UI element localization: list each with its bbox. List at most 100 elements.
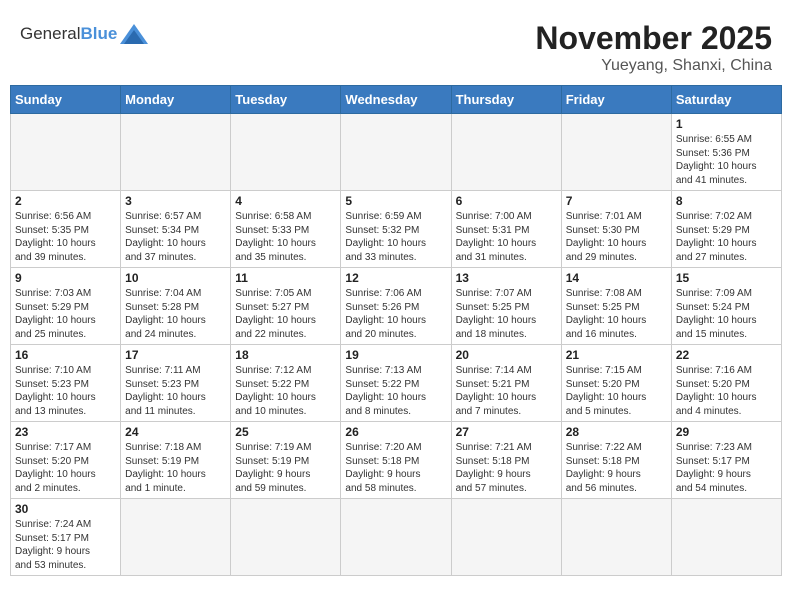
day-number: 4 (235, 194, 336, 208)
day-number: 8 (676, 194, 777, 208)
weekday-header-sunday: Sunday (11, 86, 121, 114)
day-number: 21 (566, 348, 667, 362)
day-number: 25 (235, 425, 336, 439)
calendar-cell: 1 Sunrise: 6:55 AM Sunset: 5:36 PM Daylig… (671, 114, 781, 191)
calendar-cell: 27 Sunrise: 7:21 AM Sunset: 5:18 PM Dayli… (451, 422, 561, 499)
day-info: Sunrise: 6:57 AM Sunset: 5:34 PM Dayligh… (125, 210, 226, 264)
calendar-cell: 5 Sunrise: 6:59 AM Sunset: 5:32 PM Daylig… (341, 191, 451, 268)
logo-text: GeneralBlue (20, 24, 117, 44)
day-info: Sunrise: 6:55 AM Sunset: 5:36 PM Dayligh… (676, 133, 777, 187)
calendar-cell: 30Sunrise: 7:24 AM Sunset: 5:17 PM Dayli… (11, 499, 121, 576)
day-info: Sunrise: 7:14 AM Sunset: 5:21 PM Dayligh… (456, 364, 557, 418)
day-info: Sunrise: 6:59 AM Sunset: 5:32 PM Dayligh… (345, 210, 446, 264)
weekday-header-friday: Friday (561, 86, 671, 114)
day-number: 22 (676, 348, 777, 362)
day-number: 19 (345, 348, 446, 362)
calendar-cell (11, 114, 121, 191)
calendar-cell: 7Sunrise: 7:01 AM Sunset: 5:30 PM Daylig… (561, 191, 671, 268)
calendar-week-6: 30Sunrise: 7:24 AM Sunset: 5:17 PM Dayli… (11, 499, 782, 576)
day-info: Sunrise: 7:02 AM Sunset: 5:29 PM Dayligh… (676, 210, 777, 264)
day-info: Sunrise: 7:10 AM Sunset: 5:23 PM Dayligh… (15, 364, 116, 418)
calendar-cell: 19Sunrise: 7:13 AM Sunset: 5:22 PM Dayli… (341, 345, 451, 422)
day-number: 23 (15, 425, 116, 439)
day-info: Sunrise: 6:58 AM Sunset: 5:33 PM Dayligh… (235, 210, 336, 264)
month-title: November 2025 (535, 20, 772, 57)
day-info: Sunrise: 7:01 AM Sunset: 5:30 PM Dayligh… (566, 210, 667, 264)
day-info: Sunrise: 7:08 AM Sunset: 5:25 PM Dayligh… (566, 287, 667, 341)
day-info: Sunrise: 7:21 AM Sunset: 5:18 PM Dayligh… (456, 441, 557, 495)
day-number: 5 (345, 194, 446, 208)
logo: GeneralBlue (20, 20, 148, 48)
calendar-cell: 26 Sunrise: 7:20 AM Sunset: 5:18 PM Dayli… (341, 422, 451, 499)
day-number: 18 (235, 348, 336, 362)
day-info: Sunrise: 6:56 AM Sunset: 5:35 PM Dayligh… (15, 210, 116, 264)
calendar-cell: 16 Sunrise: 7:10 AM Sunset: 5:23 PM Dayli… (11, 345, 121, 422)
calendar-cell: 17Sunrise: 7:11 AM Sunset: 5:23 PM Dayli… (121, 345, 231, 422)
calendar-cell: 9Sunrise: 7:03 AM Sunset: 5:29 PM Daylig… (11, 268, 121, 345)
day-number: 30 (15, 502, 116, 516)
day-number: 3 (125, 194, 226, 208)
day-number: 1 (676, 117, 777, 131)
day-number: 2 (15, 194, 116, 208)
day-number: 29 (676, 425, 777, 439)
day-number: 12 (345, 271, 446, 285)
day-info: Sunrise: 7:18 AM Sunset: 5:19 PM Dayligh… (125, 441, 226, 495)
calendar-cell: 18Sunrise: 7:12 AM Sunset: 5:22 PM Dayli… (231, 345, 341, 422)
title-area: November 2025 Yueyang, Shanxi, China (535, 20, 772, 75)
calendar-cell: 25 Sunrise: 7:19 AM Sunset: 5:19 PM Dayli… (231, 422, 341, 499)
day-number: 24 (125, 425, 226, 439)
day-info: Sunrise: 7:05 AM Sunset: 5:27 PM Dayligh… (235, 287, 336, 341)
calendar-cell: 29Sunrise: 7:23 AM Sunset: 5:17 PM Dayli… (671, 422, 781, 499)
calendar-cell: 12 Sunrise: 7:06 AM Sunset: 5:26 PM Dayli… (341, 268, 451, 345)
calendar-cell (561, 499, 671, 576)
day-info: Sunrise: 7:07 AM Sunset: 5:25 PM Dayligh… (456, 287, 557, 341)
calendar-cell: 28Sunrise: 7:22 AM Sunset: 5:18 PM Dayli… (561, 422, 671, 499)
day-number: 6 (456, 194, 557, 208)
calendar-cell: 22 Sunrise: 7:16 AM Sunset: 5:20 PM Dayli… (671, 345, 781, 422)
calendar-cell (231, 114, 341, 191)
day-number: 16 (15, 348, 116, 362)
logo-general: General (20, 24, 80, 43)
day-number: 20 (456, 348, 557, 362)
calendar-cell (121, 114, 231, 191)
logo-icon (120, 20, 148, 48)
calendar-week-3: 9Sunrise: 7:03 AM Sunset: 5:29 PM Daylig… (11, 268, 782, 345)
calendar-cell (341, 499, 451, 576)
calendar-cell: 14 Sunrise: 7:08 AM Sunset: 5:25 PM Dayli… (561, 268, 671, 345)
logo-blue: Blue (80, 24, 117, 43)
calendar-cell: 10 Sunrise: 7:04 AM Sunset: 5:28 PM Dayli… (121, 268, 231, 345)
weekday-header-tuesday: Tuesday (231, 86, 341, 114)
day-info: Sunrise: 7:06 AM Sunset: 5:26 PM Dayligh… (345, 287, 446, 341)
calendar-cell: 13 Sunrise: 7:07 AM Sunset: 5:25 PM Dayli… (451, 268, 561, 345)
calendar-cell: 11Sunrise: 7:05 AM Sunset: 5:27 PM Dayli… (231, 268, 341, 345)
calendar-week-5: 23 Sunrise: 7:17 AM Sunset: 5:20 PM Dayli… (11, 422, 782, 499)
day-info: Sunrise: 7:20 AM Sunset: 5:18 PM Dayligh… (345, 441, 446, 495)
day-info: Sunrise: 7:04 AM Sunset: 5:28 PM Dayligh… (125, 287, 226, 341)
location: Yueyang, Shanxi, China (535, 57, 772, 75)
day-number: 10 (125, 271, 226, 285)
day-info: Sunrise: 7:16 AM Sunset: 5:20 PM Dayligh… (676, 364, 777, 418)
calendar-cell: 6Sunrise: 7:00 AM Sunset: 5:31 PM Daylig… (451, 191, 561, 268)
day-number: 13 (456, 271, 557, 285)
weekday-header-saturday: Saturday (671, 86, 781, 114)
calendar-cell (671, 499, 781, 576)
day-number: 27 (456, 425, 557, 439)
calendar-cell (451, 114, 561, 191)
calendar-cell: 2 Sunrise: 6:56 AM Sunset: 5:35 PM Daylig… (11, 191, 121, 268)
day-info: Sunrise: 7:17 AM Sunset: 5:20 PM Dayligh… (15, 441, 116, 495)
day-number: 28 (566, 425, 667, 439)
calendar: SundayMondayTuesdayWednesdayThursdayFrid… (10, 85, 782, 576)
day-number: 14 (566, 271, 667, 285)
calendar-cell: 15 Sunrise: 7:09 AM Sunset: 5:24 PM Dayli… (671, 268, 781, 345)
calendar-week-1: 1 Sunrise: 6:55 AM Sunset: 5:36 PM Daylig… (11, 114, 782, 191)
calendar-cell (451, 499, 561, 576)
page-header: GeneralBlue November 2025 Yueyang, Shanx… (10, 10, 782, 80)
weekday-header-thursday: Thursday (451, 86, 561, 114)
day-number: 26 (345, 425, 446, 439)
day-info: Sunrise: 7:19 AM Sunset: 5:19 PM Dayligh… (235, 441, 336, 495)
calendar-cell: 4 Sunrise: 6:58 AM Sunset: 5:33 PM Daylig… (231, 191, 341, 268)
day-info: Sunrise: 7:09 AM Sunset: 5:24 PM Dayligh… (676, 287, 777, 341)
day-number: 15 (676, 271, 777, 285)
weekday-header-row: SundayMondayTuesdayWednesdayThursdayFrid… (11, 86, 782, 114)
calendar-cell: 21Sunrise: 7:15 AM Sunset: 5:20 PM Dayli… (561, 345, 671, 422)
